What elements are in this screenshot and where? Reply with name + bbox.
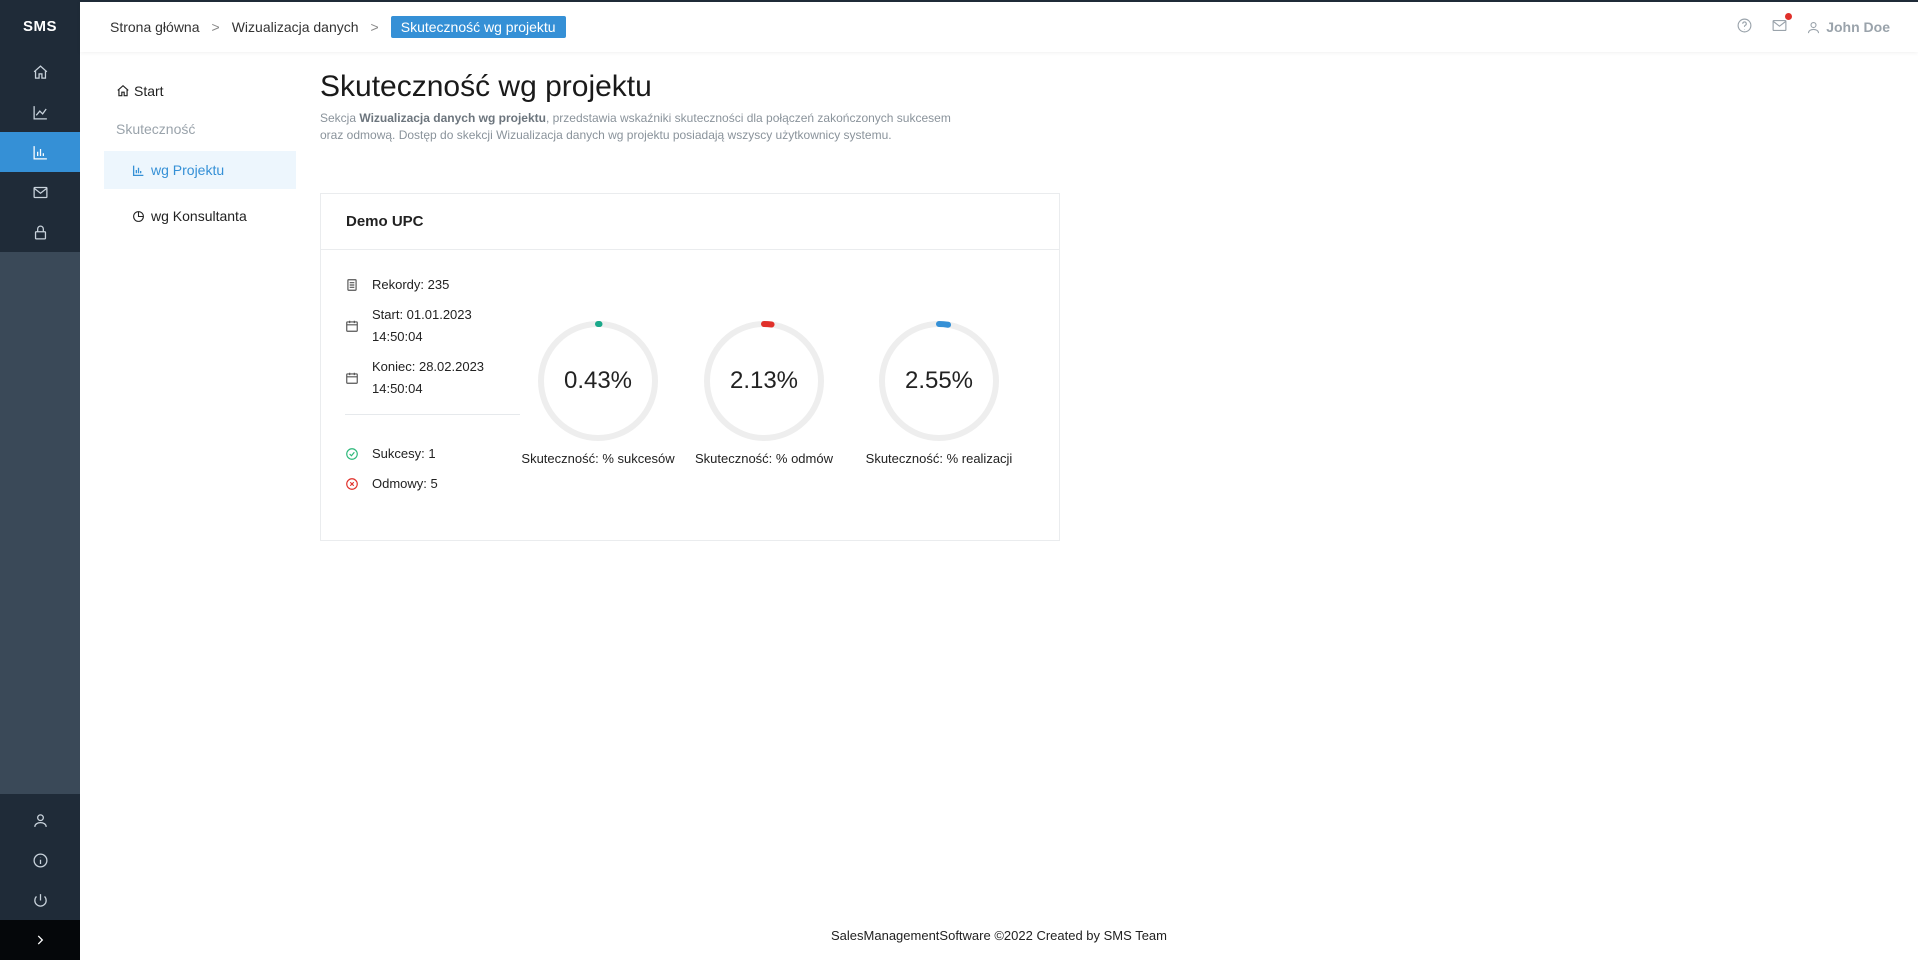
gauge-label: Skuteczność: % sukcesów (521, 451, 675, 466)
gauge-label: Skuteczność: % odmów (694, 451, 833, 466)
stat-refusals: Odmowy: 5 (345, 473, 520, 495)
successes-text: Sukcesy: 1 (372, 446, 436, 461)
end-text: Koniec: 28.02.2023 14:50:04 (372, 356, 484, 400)
project-name: Demo UPC (321, 194, 1059, 250)
gauge-realization-rate: 2.55% Skuteczność: % realizacji (854, 319, 1024, 466)
subnav-item-label: wg Konsultanta (151, 208, 247, 224)
subnav-item-project[interactable]: wg Projektu (104, 151, 296, 189)
stat-start: Start: 01.01.2023 14:50:04 (345, 304, 520, 348)
footer: SalesManagementSoftware ©2022 Created by… (831, 928, 1167, 943)
messages-button[interactable] (1771, 13, 1793, 37)
help-icon (1737, 18, 1752, 33)
rail-bottom-group (0, 794, 80, 920)
rail-logout-button[interactable] (0, 880, 80, 920)
refusals-text: Odmowy: 5 (372, 476, 438, 491)
bar-chart-icon (132, 165, 144, 176)
lock-icon (34, 225, 46, 240)
chevron-right-icon (37, 935, 44, 945)
records-text: Rekordy: 235 (372, 277, 450, 292)
project-card: Demo UPC Rekordy: 235 Start: 01.01.2023 1… (320, 193, 1060, 541)
rail-top-group (0, 52, 80, 252)
breadcrumb-separator: > (211, 19, 220, 35)
info-icon (32, 852, 48, 868)
breadcrumb-visualization[interactable]: Wizualizacja danych (232, 19, 359, 35)
side-rail: SMS (0, 0, 80, 960)
rail-expand-button[interactable] (0, 920, 80, 960)
bar-chart-icon (32, 145, 47, 160)
top-bar: Strona główna > Wizualizacja danych > Sk… (80, 0, 1918, 52)
user-icon (33, 813, 47, 827)
records-icon (347, 279, 357, 291)
subnav-item-consultant[interactable]: wg Konsultanta (104, 197, 296, 235)
subnav-item-label: wg Projektu (151, 162, 225, 178)
line-chart-icon (32, 105, 47, 120)
stat-end: Koniec: 28.02.2023 14:50:04 (345, 356, 520, 400)
x-circle-icon (346, 478, 358, 490)
power-icon (33, 893, 47, 907)
user-name: John Doe (1826, 19, 1890, 35)
rail-security-button[interactable] (0, 212, 80, 252)
user-icon (1808, 21, 1820, 33)
home-icon (117, 84, 129, 97)
main-content: Skuteczność wg projektu Sekcja Wizualiza… (320, 70, 1060, 144)
stat-successes: Sukcesy: 1 (345, 443, 520, 465)
subnav-section-title: Skuteczność (116, 121, 196, 137)
start-date: Start: 01.01.2023 (372, 307, 472, 322)
breadcrumb-current: Skuteczność wg projektu (390, 16, 566, 38)
pie-chart-icon (133, 210, 144, 222)
gauge-refusal-rate: 2.13% Skuteczność: % odmów (679, 319, 849, 466)
breadcrumb-separator: > (370, 19, 379, 35)
start-text: Start: 01.01.2023 14:50:04 (372, 304, 472, 348)
calendar-icon (346, 320, 358, 332)
app-logo[interactable]: SMS (0, 0, 80, 52)
project-stats: Rekordy: 235 Start: 01.01.2023 14:50:04 K… (345, 274, 520, 503)
gauge-value: 2.55% (904, 367, 974, 394)
check-circle-icon (346, 448, 358, 460)
gauge-value: 2.13% (729, 367, 799, 394)
subnav-start-label: Start (134, 83, 164, 99)
mail-icon (32, 186, 48, 198)
page-title: Skuteczność wg projektu (320, 70, 652, 103)
home-icon (33, 64, 47, 79)
subnav-start-link[interactable]: Start (104, 80, 296, 99)
rail-info-button[interactable] (0, 840, 80, 880)
gauge-success-rate: 0.43% Skuteczność: % sukcesów (513, 319, 683, 466)
gauge-label: Skuteczność: % realizacji (865, 451, 1013, 466)
stat-records: Rekordy: 235 (345, 274, 520, 296)
breadcrumb-home[interactable]: Strona główna (110, 19, 200, 35)
breadcrumb: Strona główna > Wizualizacja danych > Sk… (110, 16, 566, 38)
desc-bold: Wizualizacja danych wg projektu (359, 111, 546, 125)
rail-visualization-button[interactable] (0, 132, 80, 172)
notification-dot (1785, 13, 1793, 20)
end-time: 14:50:04 (372, 381, 423, 396)
header-actions: John Doe (1736, 13, 1890, 37)
rail-messages-button[interactable] (0, 172, 80, 212)
stats-divider (345, 414, 520, 415)
end-date: Koniec: 28.02.2023 (372, 359, 485, 374)
rail-profile-button[interactable] (0, 800, 80, 840)
calendar-icon (346, 372, 358, 384)
gauge-value: 0.43% (563, 367, 633, 394)
page-description: Sekcja Wizualizacja danych wg projektu, … (320, 110, 960, 144)
help-button[interactable] (1736, 17, 1753, 37)
rail-stats-button[interactable] (0, 92, 80, 132)
rail-home-button[interactable] (0, 52, 80, 92)
mail-icon (1772, 19, 1787, 32)
start-time: 14:50:04 (372, 329, 423, 344)
sub-navigation: Start Skuteczność wg Projektu wg Konsult… (104, 80, 296, 235)
desc-prefix: Sekcja (320, 111, 360, 125)
user-menu[interactable]: John Doe (1806, 19, 1890, 35)
